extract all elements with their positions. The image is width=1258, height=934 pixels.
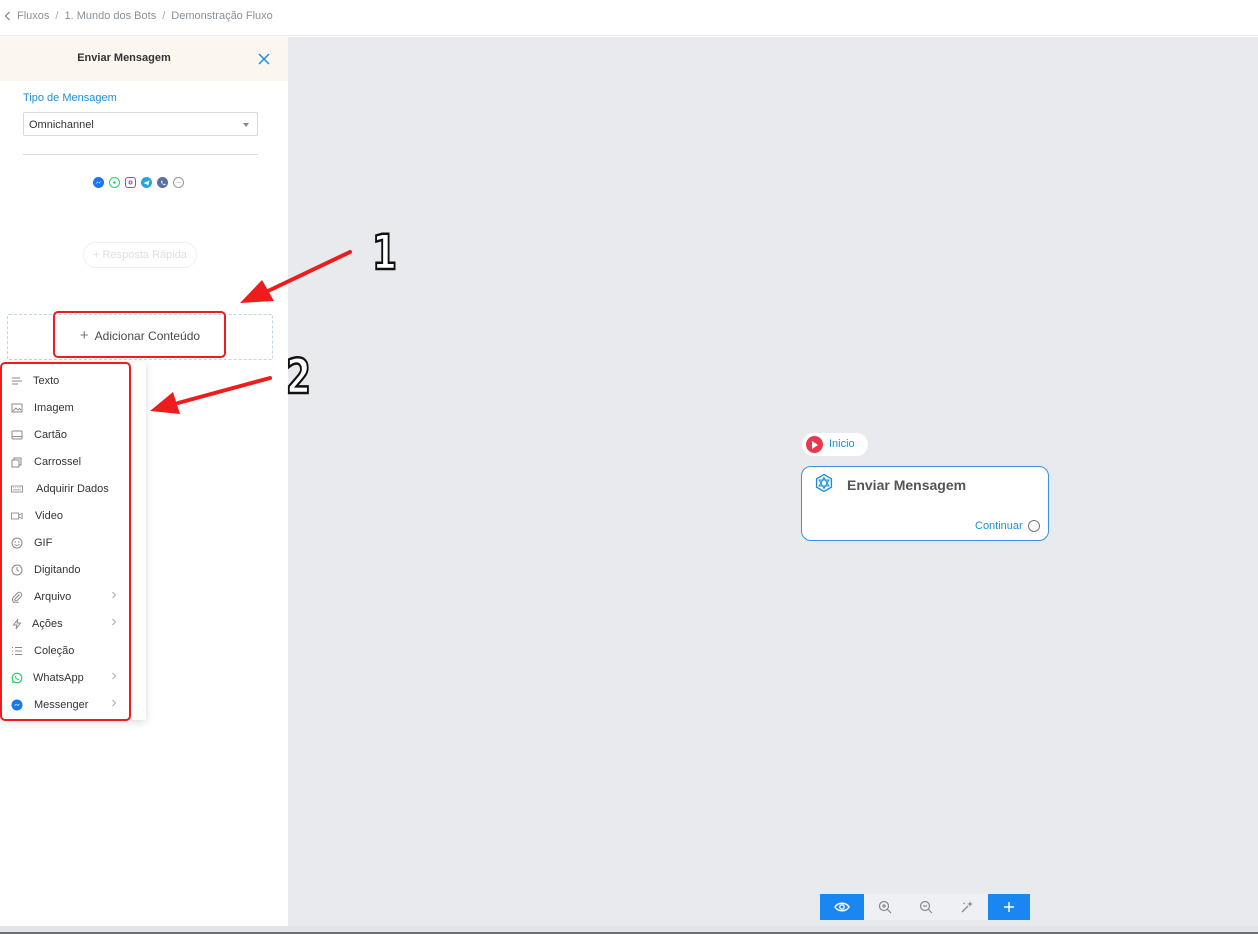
zoom-in-button[interactable] [864, 894, 906, 920]
telegram-icon [141, 177, 152, 188]
flow-node-send-message[interactable]: Enviar Mensagem Continuar [801, 466, 1049, 541]
auto-layout-button[interactable] [946, 894, 988, 920]
breadcrumb-mundo-dos-bots[interactable]: 1. Mundo dos Bots [64, 10, 156, 22]
panel-title: Enviar Mensagem [77, 52, 171, 64]
whatsapp-icon [109, 177, 120, 188]
hexagon-node-icon [815, 473, 833, 493]
messenger-icon [93, 177, 104, 188]
annotation-callout-1: 1 [371, 225, 398, 281]
node-continue-label: Continuar [975, 520, 1023, 532]
phone-icon [157, 177, 168, 188]
breadcrumb: Fluxos / 1. Mundo dos Bots / Demonstraçã… [4, 10, 273, 22]
eye-icon [834, 902, 850, 912]
zoom-in-icon [878, 900, 892, 914]
preview-button[interactable] [820, 894, 864, 920]
play-icon [806, 436, 823, 453]
close-icon[interactable] [257, 52, 271, 66]
start-badge[interactable]: Inicio [802, 433, 868, 456]
zoom-out-button[interactable] [906, 894, 946, 920]
message-type-label: Tipo de Mensagem [23, 92, 117, 104]
plus-icon [1004, 902, 1014, 912]
node-output-port[interactable] [1028, 520, 1040, 532]
chat-icon [173, 177, 184, 188]
channel-icons [93, 177, 184, 188]
magic-wand-icon [961, 901, 973, 913]
breadcrumb-fluxos[interactable]: Fluxos [17, 10, 49, 22]
panel-header: Enviar Mensagem [0, 37, 288, 81]
bottom-strip [0, 926, 1258, 934]
canvas-toolbar [820, 894, 1030, 920]
breadcrumb-demonstracao-fluxo: Demonstração Fluxo [171, 10, 273, 22]
caret-down-icon [243, 123, 249, 127]
breadcrumb-separator: / [55, 10, 59, 22]
top-bar: Fluxos / 1. Mundo dos Bots / Demonstraçã… [0, 0, 1258, 36]
message-type-select[interactable]: Omnichannel [23, 112, 258, 136]
annotation-callout-2: 2 [285, 349, 312, 405]
chevron-left-icon[interactable] [4, 11, 11, 21]
zoom-out-icon [919, 900, 933, 914]
divider [23, 154, 258, 155]
annotation-box-add-content [53, 311, 226, 358]
annotation-box-menu [0, 362, 131, 721]
quick-reply-button[interactable]: + Resposta Rápida [83, 242, 197, 268]
instagram-icon [125, 177, 136, 188]
add-node-button[interactable] [988, 894, 1030, 920]
message-type-value: Omnichannel [29, 119, 94, 131]
start-label: Inicio [829, 438, 855, 450]
flow-canvas[interactable] [288, 37, 1258, 927]
node-title: Enviar Mensagem [847, 477, 967, 493]
breadcrumb-separator: / [162, 10, 166, 22]
